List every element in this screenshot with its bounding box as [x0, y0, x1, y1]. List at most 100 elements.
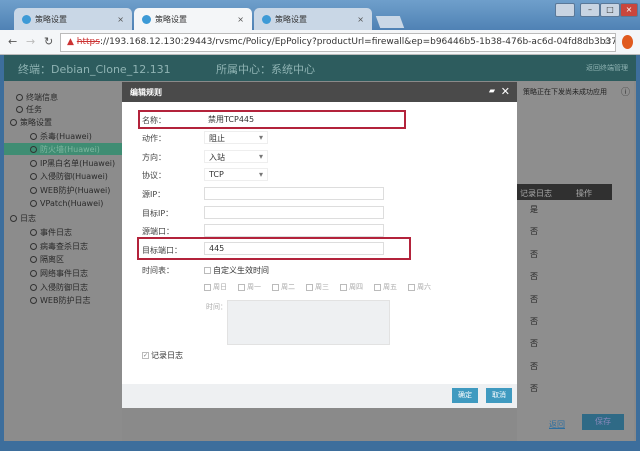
checkbox-icon [238, 283, 245, 291]
tab-1[interactable]: 策略设置 × [14, 8, 132, 30]
tab-3[interactable]: 策略设置 × [254, 8, 372, 30]
sidebar-item[interactable]: 策略设置 [4, 116, 52, 128]
tab-label: 策略设置 [155, 14, 187, 24]
sidebar-item[interactable]: 网络事件日志 [4, 267, 88, 279]
sidebar-item-icon [16, 105, 23, 113]
sidebar-item-label: 任务 [26, 104, 42, 114]
sidebar-item[interactable]: 病毒查杀日志 [4, 240, 88, 252]
sidebar-item[interactable]: 入侵防御日志 [4, 281, 88, 293]
sidebar-item-icon [16, 93, 23, 101]
url-input[interactable]: ▲ https://193.168.12.130:29443/rvsmc/Pol… [60, 33, 616, 52]
dst-port-label: 目标端口： [142, 246, 182, 255]
log-label: 记录日志 [151, 351, 183, 360]
sidebar-item-icon [30, 283, 37, 291]
action-select[interactable]: 阻止 [204, 131, 268, 144]
weekday-checkbox[interactable]: 周日 [204, 282, 227, 292]
sidebar-item[interactable]: 杀毒(Huawei) [4, 130, 92, 142]
weekday-label: 周四 [349, 283, 363, 291]
dialog-title: 编辑规则 [130, 88, 162, 97]
src-port-input[interactable] [204, 224, 384, 237]
back-link[interactable]: 返回 [549, 419, 565, 430]
help-icon[interactable]: ⓘ [621, 85, 630, 98]
sidebar-item-label: IP黑白名单(Huawei) [40, 158, 116, 168]
sidebar-item[interactable]: 任务 [4, 103, 42, 115]
sidebar-item-icon [30, 159, 37, 167]
log-checkbox[interactable]: ✓ 记录日志 [142, 350, 183, 361]
weekday-checkbox[interactable]: 周二 [272, 282, 295, 292]
back-icon[interactable]: ← [8, 35, 17, 48]
sidebar-item-icon [30, 242, 37, 250]
cancel-button[interactable]: 取消 [486, 388, 512, 403]
sidebar-item[interactable]: WEB防护日志 [4, 294, 90, 306]
weekday-checkbox[interactable]: 周三 [306, 282, 329, 292]
protocol-label: 协议： [142, 171, 166, 180]
sidebar-item[interactable]: 隔离区 [4, 253, 64, 265]
sidebar-item-icon [10, 214, 17, 222]
address-bar-row: ← → ↻ ▲ https://193.168.12.130:29443/rvs… [0, 30, 640, 55]
close-icon[interactable]: ✕ [501, 85, 510, 98]
save-button[interactable]: 保存 [582, 414, 624, 430]
sidebar-item-label: VPatch(Huawei) [40, 198, 104, 208]
sidebar-item-label: 终端信息 [26, 92, 58, 102]
tab-close-icon[interactable]: × [117, 15, 124, 24]
name-input[interactable]: 禁用TCP445 [204, 113, 384, 126]
terminal-name: 终端：Debian_Clone_12.131 [18, 63, 171, 76]
forward-icon[interactable]: → [26, 35, 35, 48]
tab-2[interactable]: 策略设置 × [134, 8, 252, 30]
sidebar-item[interactable]: 终端信息 [4, 91, 58, 103]
sidebar-item[interactable]: 日志 [4, 212, 36, 224]
direction-select[interactable]: 入站 [204, 150, 268, 163]
src-ip-input[interactable] [204, 187, 384, 200]
comment-icon[interactable]: ▰ [489, 86, 495, 95]
sidebar-item[interactable]: 防火墙(Huawei) [4, 143, 122, 155]
maximize-button[interactable]: □ [600, 3, 620, 17]
checkbox-icon [408, 283, 415, 291]
sidebar-item-icon [30, 296, 37, 304]
sidebar-item-label: 策略设置 [20, 117, 52, 127]
protocol-select[interactable]: TCP [204, 168, 268, 181]
notice-text: 策略正在下发尚未成功应用 [523, 88, 607, 96]
sidebar-item[interactable]: WEB防护(Huawei) [4, 184, 110, 196]
sidebar-item[interactable]: 事件日志 [4, 226, 72, 238]
right-panel: 策略正在下发尚未成功应用 ⓘ 记录日志 操作 是否否否否否否否否 返回 保存 [517, 81, 634, 441]
dst-ip-input[interactable] [204, 206, 384, 219]
weekday-checkbox[interactable]: 周一 [238, 282, 261, 292]
col-op: 操作 [576, 189, 592, 198]
checkbox-icon [204, 267, 211, 274]
back-to-terminal-link[interactable]: 返回终端管理 [586, 63, 628, 73]
sidebar-item[interactable]: 入侵防御(Huawei) [4, 170, 108, 182]
log-cell: 否 [530, 294, 538, 304]
sidebar-item-icon [30, 199, 37, 207]
dialog-header: 编辑规则 ▰ ✕ [122, 82, 517, 102]
close-window-button[interactable]: × [620, 3, 638, 17]
user-button[interactable] [555, 3, 575, 17]
ok-button[interactable]: 确定 [452, 388, 478, 403]
tab-close-icon[interactable]: × [237, 15, 244, 24]
time-textarea[interactable] [227, 300, 390, 345]
tab-close-icon[interactable]: × [357, 15, 364, 24]
reload-icon[interactable]: ↻ [44, 35, 53, 48]
weekday-checkbox[interactable]: 周六 [408, 282, 431, 292]
checkbox-icon [340, 283, 347, 291]
sidebar-item[interactable]: IP黑白名单(Huawei) [4, 157, 115, 169]
weekday-checkbox[interactable]: 周五 [374, 282, 397, 292]
weekday-checkbox[interactable]: 周四 [340, 282, 363, 292]
log-cell: 否 [530, 249, 538, 259]
extension-icon[interactable] [622, 35, 633, 49]
tab-strip: 策略设置 × 策略设置 × 策略设置 × – □ × [0, 0, 640, 32]
dst-port-input[interactable]: 445 [204, 242, 384, 255]
tab-label: 策略设置 [35, 14, 67, 24]
src-ip-label: 源IP： [142, 190, 166, 199]
custom-time-label: 自定义生效时间 [213, 266, 269, 275]
sidebar-item-icon [30, 145, 37, 153]
app-header: 终端：Debian_Clone_12.131 所属中心：系统中心 返回终端管理 [4, 55, 636, 81]
name-label: 名称： [142, 116, 166, 125]
new-tab-button[interactable] [375, 16, 405, 28]
bookmark-star-icon[interactable]: ☆ [603, 36, 612, 47]
minimize-button[interactable]: – [580, 3, 600, 17]
sidebar-item[interactable]: VPatch(Huawei) [4, 197, 103, 209]
sidebar-item-icon [30, 255, 37, 263]
custom-time-checkbox[interactable]: 自定义生效时间 [204, 265, 269, 276]
log-cell: 否 [530, 227, 538, 237]
table-header: 记录日志 操作 [517, 184, 612, 200]
